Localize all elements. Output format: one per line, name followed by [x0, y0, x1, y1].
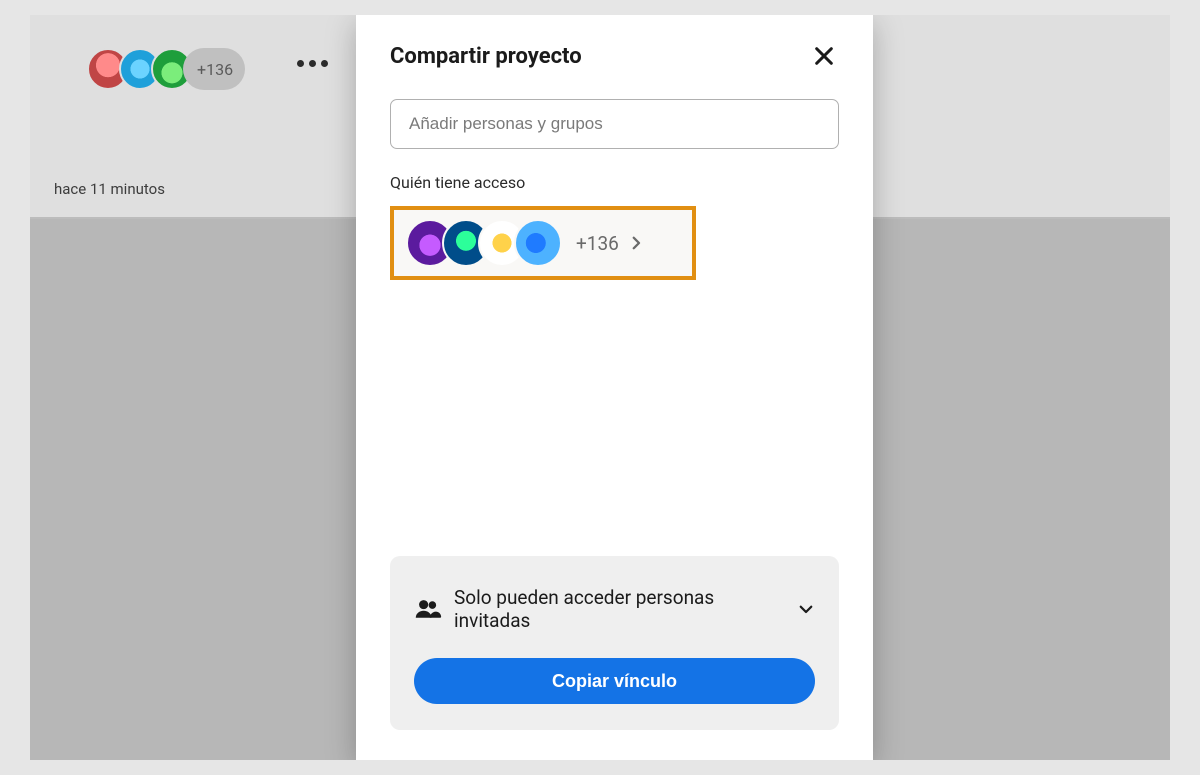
dialog-header: Compartir proyecto [390, 41, 839, 71]
link-sharing-card: Solo pueden acceder personas invitadas C… [390, 556, 839, 730]
link-scope-dropdown[interactable]: Solo pueden acceder personas invitadas [414, 586, 815, 632]
access-members-button[interactable]: +136 [390, 206, 696, 280]
close-button[interactable] [809, 41, 839, 71]
chevron-right-icon [627, 234, 645, 252]
last-edited-timestamp: hace 11 minutos [54, 180, 165, 198]
access-overflow-count: +136 [576, 232, 619, 255]
add-people-input[interactable] [390, 99, 839, 149]
copy-link-button[interactable]: Copiar vínculo [414, 658, 815, 704]
chevron-down-icon [797, 600, 815, 618]
more-options-button[interactable] [297, 60, 328, 67]
people-icon [414, 597, 442, 621]
close-icon [813, 45, 835, 67]
avatar-overflow-count: +136 [183, 48, 245, 90]
toolbar-collaborator-avatars[interactable]: +136 [87, 48, 245, 90]
access-section-label: Quién tiene acceso [390, 173, 839, 192]
dialog-title: Compartir proyecto [390, 44, 582, 69]
share-dialog: Compartir proyecto Quién tiene acceso +1… [356, 15, 873, 760]
avatar [514, 219, 562, 267]
app-window: +136 hace 11 minutos Compartir proyecto … [30, 15, 1170, 760]
link-scope-text: Solo pueden acceder personas invitadas [454, 586, 781, 632]
